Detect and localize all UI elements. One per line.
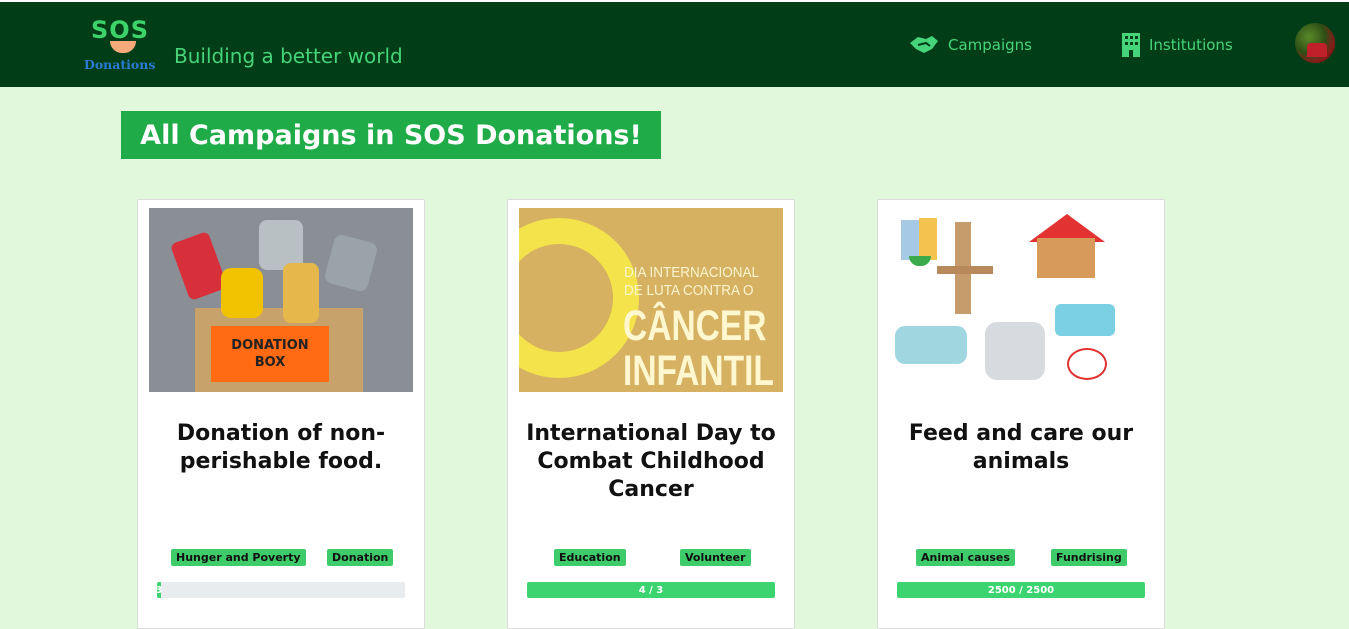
nav-campaigns[interactable]: Campaigns	[908, 32, 1032, 58]
category-tag: Animal causes	[916, 549, 1015, 566]
can-shape	[169, 230, 229, 302]
food-bag-shape	[901, 220, 919, 260]
tagline: Building a better world	[174, 44, 403, 68]
campaign-progress-fill: 4 / 3	[527, 582, 775, 598]
top-navbar: SOS Donations Building a better world Ca…	[0, 0, 1349, 87]
nav-institutions[interactable]: Institutions	[1121, 32, 1233, 58]
category-tag: Education	[554, 549, 626, 566]
food-bag-shape	[919, 218, 937, 260]
campaign-progress-bar: 4 / 3	[527, 582, 775, 598]
nav-institutions-label: Institutions	[1149, 36, 1233, 54]
page-title: All Campaigns in SOS Donations!	[121, 111, 661, 159]
logo-donations-text: Donations	[84, 57, 156, 72]
pet-carrier-shape	[985, 322, 1045, 380]
campaign-card[interactable]: Feed and care our animals Animal causes …	[877, 199, 1165, 629]
campaign-progress-fill: 3	[157, 582, 162, 598]
campaign-title[interactable]: Donation of non-perishable food.	[152, 420, 410, 476]
sos-donations-logo[interactable]: SOS Donations	[84, 16, 162, 76]
campaign-progress-bar: 3	[157, 582, 405, 598]
litter-box-shape	[1055, 304, 1115, 336]
doghouse-shape	[1037, 238, 1095, 278]
category-tag: Hunger and Poverty	[171, 549, 306, 566]
cancer-image-subtitle: DIA INTERNACIONAL DE LUTA CONTRA O	[624, 264, 760, 299]
campaign-image-childhood-cancer[interactable]: DIA INTERNACIONAL DE LUTA CONTRA O CÂNCE…	[519, 208, 783, 392]
jar-shape	[221, 268, 263, 318]
campaign-progress-fill: 2500 / 2500	[897, 582, 1145, 598]
nav-campaigns-label: Campaigns	[948, 36, 1033, 54]
campaign-title[interactable]: Feed and care our animals	[892, 420, 1150, 476]
pet-bed-shape	[895, 326, 967, 364]
cat-tower-shelf-shape	[937, 266, 993, 274]
campaign-card[interactable]: DONATION BOX Donation of non-perishable …	[137, 199, 425, 629]
campaign-image-food-donation[interactable]: DONATION BOX	[149, 208, 413, 392]
building-icon	[1122, 33, 1140, 57]
yellow-ribbon-shape	[519, 218, 639, 378]
leash-shape	[1067, 348, 1107, 380]
category-tag: Volunteer	[680, 549, 751, 566]
campaign-image-pet-supplies[interactable]	[889, 208, 1153, 392]
logo-sos-text: SOS	[91, 16, 149, 44]
cancer-image-heading: CÂNCER INFANTIL	[623, 302, 774, 393]
can-shape	[323, 233, 379, 293]
donation-box-label: DONATION BOX	[211, 326, 329, 382]
campaign-title[interactable]: International Day to Combat Childhood Ca…	[522, 420, 780, 504]
user-avatar[interactable]	[1295, 23, 1335, 63]
hands-globe-icon	[110, 41, 136, 53]
category-tag: Donation	[327, 549, 394, 566]
category-tag: Fundrising	[1051, 549, 1127, 566]
bowl-shape	[909, 256, 931, 266]
handshake-icon	[910, 36, 938, 53]
campaign-progress-bar: 2500 / 2500	[897, 582, 1145, 598]
bottle-shape	[283, 263, 319, 323]
campaign-card[interactable]: DIA INTERNACIONAL DE LUTA CONTRA O CÂNCE…	[507, 199, 795, 629]
